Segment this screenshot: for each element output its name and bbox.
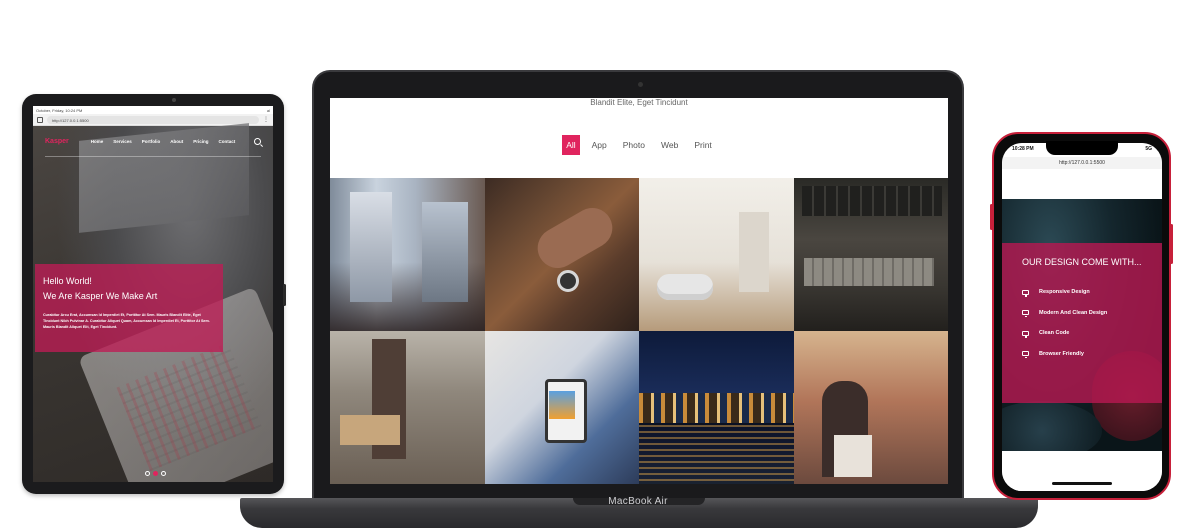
nav-item-about[interactable]: About (170, 139, 183, 144)
portfolio-image-phone-photo[interactable] (793, 331, 948, 484)
feature-label: Clean Code (1039, 330, 1070, 337)
portfolio-image-workshop[interactable] (330, 331, 485, 484)
phone-bottom-band (1002, 451, 1162, 491)
phone-status-signal: 5G (1145, 146, 1152, 152)
slider-dots (145, 471, 166, 476)
portfolio-subtitle: Blandit Elite, Eget Tincidunt (590, 98, 688, 107)
feature-item: Responsive Design (1022, 282, 1142, 303)
portfolio-image-white-room[interactable] (639, 178, 794, 331)
monitor-icon (1022, 310, 1029, 318)
nav-item-contact[interactable]: Contact (219, 139, 236, 144)
feature-item: Modern And Clean Design (1022, 303, 1142, 324)
phone-feature-card: OUR DESIGN COME WITH... Responsive Desig… (1002, 243, 1162, 403)
phone-white-band (1002, 169, 1162, 197)
hero-text: Curabitur Arcu Erat, Accumsan Id Imperdi… (43, 313, 210, 330)
phone-device: 10:28 PM 5G http://127.0.0.1:5500 OUR DE… (990, 132, 1173, 500)
tablet-navbar: Kasper Home Services Portfolio About Pri… (33, 126, 273, 156)
slider-dot-3[interactable] (161, 471, 166, 476)
slider-dot-2[interactable] (153, 471, 158, 476)
laptop-brand-label: MacBook Air (608, 496, 668, 507)
nav-item-services[interactable]: Services (113, 139, 132, 144)
phone-volume-button (990, 204, 993, 230)
filter-photo[interactable]: Photo (619, 135, 649, 155)
nav-item-home[interactable]: Home (91, 139, 104, 144)
nav-item-pricing[interactable]: Pricing (193, 139, 208, 144)
feature-label: Browser Friendly (1039, 350, 1084, 357)
monitor-icon (1022, 289, 1029, 297)
monitor-icon (1022, 351, 1029, 359)
tablet-camera (172, 98, 176, 102)
search-icon[interactable] (254, 137, 261, 145)
phone-notch (1046, 141, 1118, 155)
tablet-screen: October, Friday, 10:24 PM al http://127.… (33, 106, 273, 482)
tablet-status-time: October, Friday, 10:24 PM (36, 108, 83, 113)
monitor-icon (1022, 330, 1029, 338)
navbar-divider (45, 156, 261, 157)
phone-screen: 10:28 PM 5G http://127.0.0.1:5500 OUR DE… (1002, 143, 1162, 491)
laptop-camera (638, 82, 643, 87)
portfolio-image-night-skyline[interactable] (639, 331, 794, 484)
feature-card-title: OUR DESIGN COME WITH... (1022, 257, 1142, 267)
home-indicator[interactable] (1052, 482, 1112, 485)
hero-heading-2: We Are Kasper We Make Art (43, 291, 158, 301)
feature-item: Clean Code (1022, 323, 1142, 344)
portfolio-filters: All App Photo Web Print (330, 135, 948, 155)
phone-status-time: 10:28 PM (1012, 146, 1034, 152)
nav-item-portfolio[interactable]: Portfolio (142, 139, 161, 144)
portfolio-image-city-street[interactable] (330, 178, 485, 331)
filter-all[interactable]: All (562, 135, 580, 155)
tablet-url-field[interactable]: http://127.0.0.1:5500 (47, 115, 259, 124)
portfolio-grid (330, 178, 948, 484)
portfolio-image-tablet-chart[interactable] (484, 331, 639, 484)
tablet-status-signal: al (266, 108, 270, 113)
more-options-icon[interactable]: ⋮ (263, 116, 269, 123)
feature-list: Responsive Design Modern And Clean Desig… (1022, 282, 1142, 364)
home-icon[interactable] (37, 116, 43, 123)
laptop-device: Blandit Elite, Eget Tincidunt All App Ph… (312, 70, 964, 502)
filter-web[interactable]: Web (657, 135, 682, 155)
tablet-nav-menu: Home Services Portfolio About Pricing Co… (91, 139, 254, 144)
hero-heading-1: Hello World! (43, 276, 92, 286)
tablet-logo[interactable]: Kasper (45, 138, 69, 145)
tablet-side-button (283, 284, 286, 306)
laptop-screen: Blandit Elite, Eget Tincidunt All App Ph… (330, 98, 948, 484)
feature-label: Responsive Design (1039, 289, 1090, 296)
phone-url-bar[interactable]: http://127.0.0.1:5500 (1002, 157, 1162, 169)
portfolio-image-cafe[interactable] (793, 178, 948, 331)
phone-power-button (1170, 224, 1173, 264)
tablet-status-bar: October, Friday, 10:24 PM al (33, 106, 273, 114)
feature-item: Browser Friendly (1022, 344, 1142, 365)
tablet-hero-card: Hello World! We Are Kasper We Make Art C… (35, 264, 223, 352)
tablet-device: October, Friday, 10:24 PM al http://127.… (22, 94, 286, 494)
slider-dot-1[interactable] (145, 471, 150, 476)
filter-app[interactable]: App (588, 135, 611, 155)
portfolio-image-hands-watch[interactable] (484, 178, 639, 331)
feature-label: Modern And Clean Design (1039, 309, 1108, 316)
filter-print[interactable]: Print (690, 135, 715, 155)
